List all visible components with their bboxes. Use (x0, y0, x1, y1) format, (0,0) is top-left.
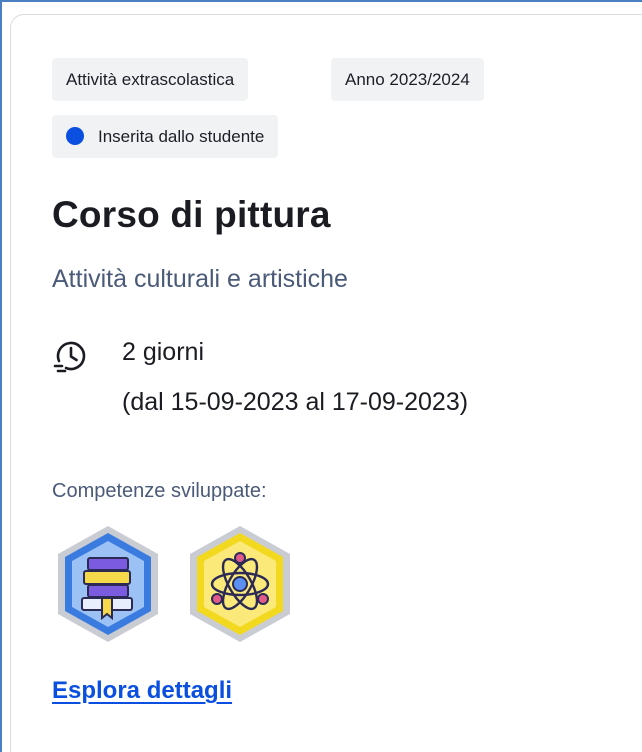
activity-type-tag: Attività extrascolastica (52, 58, 249, 101)
history-clock-icon (53, 341, 86, 373)
activity-title: Corso di pittura (52, 194, 331, 235)
books-badge-icon (58, 526, 158, 642)
explore-details-link[interactable]: Esplora dettagli (52, 677, 232, 705)
source-tag: Inserita dallo studente (52, 115, 279, 158)
school-year-tag: Anno 2023/2024 (331, 58, 484, 101)
activity-dates: (dal 15-09-2023 al 17-09-2023) (122, 388, 469, 416)
activity-category: Attività culturali e artistiche (52, 265, 348, 293)
atom-badge-icon (190, 526, 290, 642)
skills-label: Competenze sviluppate: (52, 480, 267, 502)
activity-duration: 2 giorni (122, 338, 204, 366)
status-dot-icon (66, 126, 84, 145)
source-tag-label: Inserita dallo studente (98, 127, 265, 146)
